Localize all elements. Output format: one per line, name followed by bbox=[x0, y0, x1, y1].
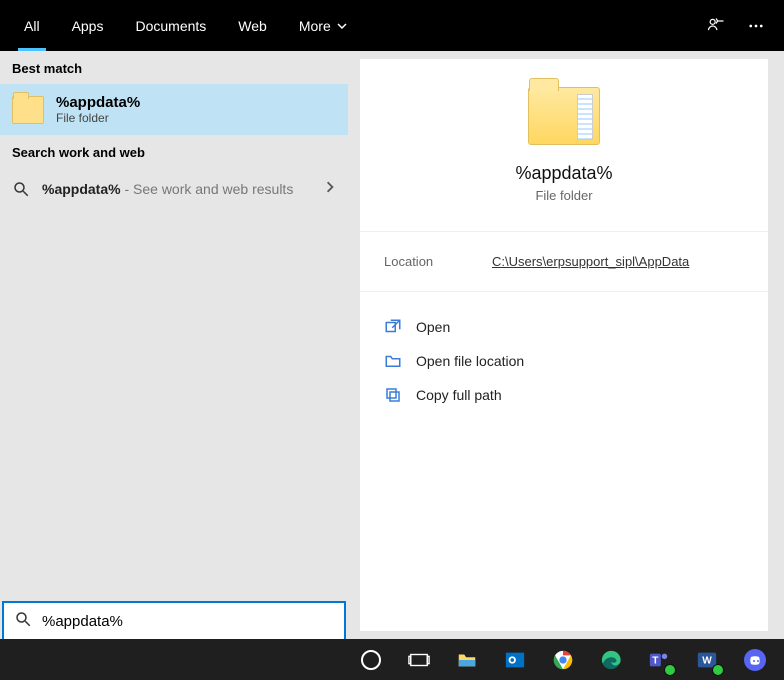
results-list: Best match %appdata% File folder Search … bbox=[0, 51, 348, 639]
tab-apps[interactable]: Apps bbox=[56, 0, 120, 51]
action-label: Open file location bbox=[416, 353, 524, 369]
chrome-icon[interactable] bbox=[540, 639, 586, 680]
search-icon bbox=[14, 610, 32, 633]
teams-icon[interactable]: T bbox=[636, 639, 682, 680]
actions-list: Open Open file location Copy full path bbox=[360, 300, 768, 422]
open-icon bbox=[384, 318, 402, 336]
feedback-icon[interactable] bbox=[706, 16, 726, 36]
discord-icon[interactable] bbox=[732, 639, 778, 680]
edge-icon[interactable] bbox=[588, 639, 634, 680]
action-label: Copy full path bbox=[416, 387, 502, 403]
web-section-header: Search work and web bbox=[0, 135, 348, 168]
location-label: Location bbox=[384, 254, 444, 269]
action-copy-path[interactable]: Copy full path bbox=[376, 378, 752, 412]
details-panel: %appdata% File folder Location C:\Users\… bbox=[348, 51, 784, 639]
folder-icon bbox=[12, 96, 44, 124]
result-subtitle: File folder bbox=[56, 111, 140, 125]
outlook-icon[interactable] bbox=[492, 639, 538, 680]
web-result-text: %appdata% - See work and web results bbox=[42, 181, 293, 197]
svg-text:W: W bbox=[702, 655, 712, 666]
result-title: %appdata% bbox=[56, 94, 140, 111]
word-icon[interactable]: W bbox=[684, 639, 730, 680]
location-value[interactable]: C:\Users\erpsupport_sipl\AppData bbox=[492, 254, 689, 269]
divider bbox=[360, 291, 768, 292]
folder-icon bbox=[528, 87, 600, 145]
details-title: %appdata% bbox=[515, 163, 612, 184]
action-label: Open bbox=[416, 319, 450, 335]
result-text: %appdata% File folder bbox=[56, 94, 140, 125]
chevron-right-icon bbox=[324, 180, 336, 198]
action-open-location[interactable]: Open file location bbox=[376, 344, 752, 378]
chevron-down-icon bbox=[337, 18, 347, 34]
best-match-header: Best match bbox=[0, 51, 348, 84]
search-box[interactable] bbox=[2, 601, 346, 641]
top-right-icons bbox=[706, 16, 776, 36]
task-view-icon[interactable] bbox=[396, 639, 442, 680]
divider bbox=[360, 231, 768, 232]
web-result[interactable]: %appdata% - See work and web results bbox=[0, 168, 348, 210]
taskbar: T W bbox=[0, 639, 784, 680]
search-input[interactable] bbox=[42, 613, 334, 630]
cortana-icon[interactable] bbox=[348, 639, 394, 680]
details-card: %appdata% File folder Location C:\Users\… bbox=[360, 59, 768, 631]
action-open[interactable]: Open bbox=[376, 310, 752, 344]
copy-icon bbox=[384, 386, 402, 404]
filter-tabs: All Apps Documents Web More bbox=[8, 0, 363, 51]
details-subtitle: File folder bbox=[535, 188, 592, 203]
search-results-area: Best match %appdata% File folder Search … bbox=[0, 51, 784, 639]
tab-web[interactable]: Web bbox=[222, 0, 283, 51]
location-row: Location C:\Users\erpsupport_sipl\AppDat… bbox=[360, 240, 768, 283]
tab-more[interactable]: More bbox=[283, 0, 363, 51]
details-hero: %appdata% File folder bbox=[360, 59, 768, 223]
file-explorer-icon[interactable] bbox=[444, 639, 490, 680]
tab-documents[interactable]: Documents bbox=[119, 0, 222, 51]
search-icon bbox=[12, 180, 30, 198]
folder-icon bbox=[384, 352, 402, 370]
best-match-result[interactable]: %appdata% File folder bbox=[0, 84, 348, 135]
more-options-icon[interactable] bbox=[746, 16, 766, 36]
tab-all[interactable]: All bbox=[8, 0, 56, 51]
search-filter-bar: All Apps Documents Web More bbox=[0, 0, 784, 51]
svg-text:T: T bbox=[652, 655, 659, 666]
